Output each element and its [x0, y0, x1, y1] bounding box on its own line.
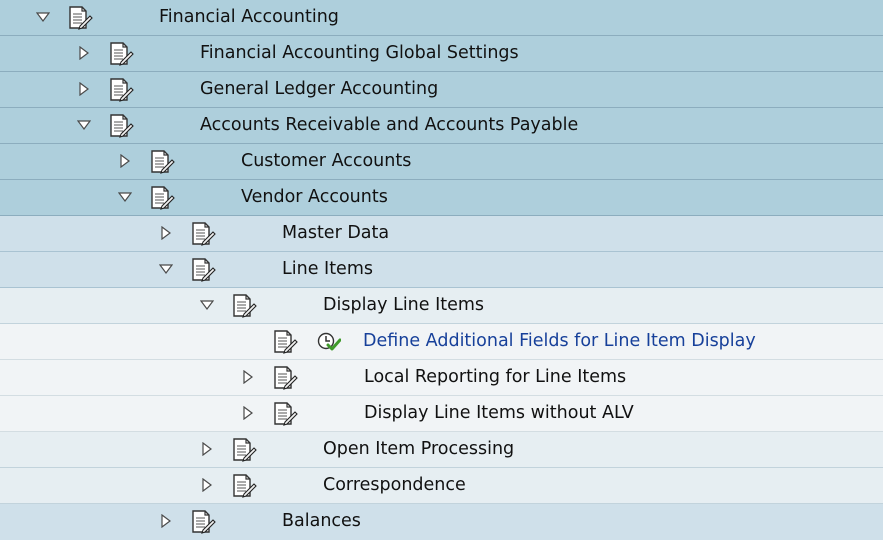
- tree-node-label[interactable]: Define Additional Fields for Line Item D…: [363, 324, 756, 359]
- triangle-right-icon[interactable]: [118, 154, 132, 168]
- img-document-icon[interactable]: [109, 78, 135, 102]
- triangle-right-icon[interactable]: [77, 46, 91, 60]
- tree-node-label: Master Data: [282, 223, 390, 243]
- triangle-right-icon[interactable]: [159, 514, 173, 528]
- tree-node[interactable]: Financial Accounting: [0, 0, 883, 36]
- img-document-icon[interactable]: [150, 186, 176, 210]
- tree-node[interactable]: Financial Accounting Global Settings: [0, 36, 883, 72]
- tree-node-label: Display Line Items: [323, 295, 485, 315]
- img-document-icon[interactable]: [273, 330, 299, 354]
- tree-node[interactable]: Define Additional Fields for Line Item D…: [0, 324, 883, 360]
- tree-node-label: Financial Accounting Global Settings: [200, 43, 519, 63]
- triangle-right-icon[interactable]: [77, 82, 91, 96]
- triangle-right-icon[interactable]: [159, 226, 173, 240]
- spro-implementation-tree: Financial Accounting Financial Accounting…: [0, 0, 883, 541]
- tree-node[interactable]: Local Reporting for Line Items: [0, 360, 883, 396]
- triangle-down-icon[interactable]: [200, 298, 214, 312]
- tree-node-label: General Ledger Accounting: [200, 79, 439, 99]
- tree-node-label: Customer Accounts: [241, 151, 412, 171]
- img-document-icon[interactable]: [273, 366, 299, 390]
- tree-node[interactable]: Correspondence: [0, 468, 883, 504]
- tree-node[interactable]: Open Item Processing: [0, 432, 883, 468]
- tree-node-label: Display Line Items without ALV: [364, 403, 634, 423]
- tree-node-label: Local Reporting for Line Items: [364, 367, 627, 387]
- triangle-right-icon[interactable]: [241, 406, 255, 420]
- img-document-icon[interactable]: [232, 474, 258, 498]
- img-document-icon[interactable]: [150, 150, 176, 174]
- triangle-right-icon[interactable]: [241, 370, 255, 384]
- tree-node-label: Correspondence: [323, 475, 466, 495]
- tree-node[interactable]: Display Line Items: [0, 288, 883, 324]
- img-document-icon[interactable]: [191, 510, 217, 534]
- triangle-down-icon[interactable]: [36, 10, 50, 24]
- tree-node[interactable]: Accounts Receivable and Accounts Payable: [0, 108, 883, 144]
- img-document-icon[interactable]: [109, 42, 135, 66]
- tree-node-label: Line Items: [282, 259, 373, 279]
- tree-node-label: Vendor Accounts: [241, 187, 388, 207]
- img-document-icon[interactable]: [68, 6, 94, 30]
- tree-node[interactable]: Display Line Items without ALV: [0, 396, 883, 432]
- triangle-down-icon[interactable]: [77, 118, 91, 132]
- triangle-right-icon[interactable]: [200, 442, 214, 456]
- img-document-icon[interactable]: [232, 294, 258, 318]
- triangle-down-icon[interactable]: [118, 190, 132, 204]
- triangle-down-icon[interactable]: [159, 262, 173, 276]
- clock-execute-icon[interactable]: [317, 331, 341, 353]
- img-document-icon[interactable]: [232, 438, 258, 462]
- tree-node-label: Open Item Processing: [323, 439, 515, 459]
- tree-node-label: Balances: [282, 511, 361, 531]
- tree-node[interactable]: Balances: [0, 504, 883, 540]
- img-document-icon[interactable]: [273, 402, 299, 426]
- tree-node[interactable]: Vendor Accounts: [0, 180, 883, 216]
- tree-node-label: Accounts Receivable and Accounts Payable: [200, 115, 579, 135]
- img-document-icon[interactable]: [191, 222, 217, 246]
- tree-node[interactable]: Line Items: [0, 252, 883, 288]
- triangle-right-icon[interactable]: [200, 478, 214, 492]
- tree-node[interactable]: Master Data: [0, 216, 883, 252]
- tree-node[interactable]: General Ledger Accounting: [0, 72, 883, 108]
- img-document-icon[interactable]: [109, 114, 135, 138]
- img-document-icon[interactable]: [191, 258, 217, 282]
- tree-node-label: Financial Accounting: [159, 7, 339, 27]
- tree-node[interactable]: Customer Accounts: [0, 144, 883, 180]
